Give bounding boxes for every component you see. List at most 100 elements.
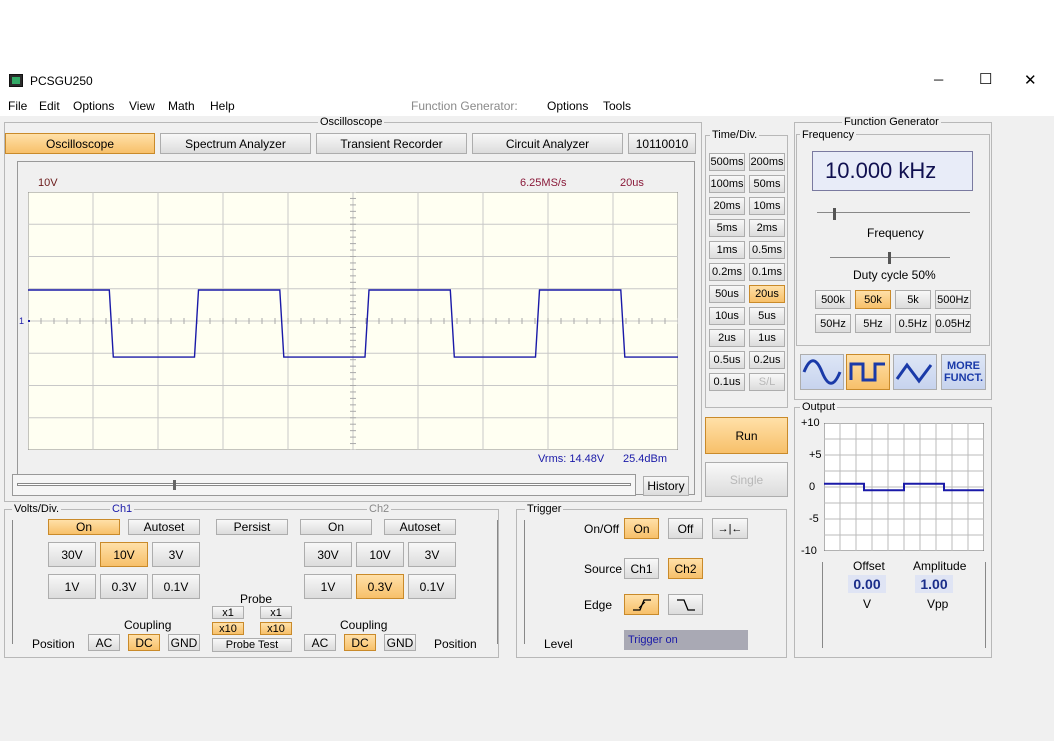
ch1-0.3v-button[interactable]: 0.3V xyxy=(100,574,148,599)
ch2-1v-button[interactable]: 1V xyxy=(304,574,352,599)
range-500Hz-button[interactable]: 500Hz xyxy=(935,290,971,309)
timediv-100ms-button[interactable]: 100ms xyxy=(709,175,745,193)
timediv-10ms-button[interactable]: 10ms xyxy=(749,197,785,215)
ch2-autoset-button[interactable]: Autoset xyxy=(384,519,456,535)
sine-wave-button[interactable] xyxy=(800,354,844,390)
ch2-probe-x1[interactable]: x1 xyxy=(260,606,292,619)
timediv-0.2ms-button[interactable]: 0.2ms xyxy=(709,263,745,281)
history-scroll-thumb[interactable] xyxy=(173,480,176,490)
maximize-icon[interactable]: ☐ xyxy=(979,70,992,88)
trigger-level-slider[interactable] xyxy=(524,520,538,644)
frequency-slider-thumb[interactable] xyxy=(833,208,836,220)
range-0.05Hz-button[interactable]: 0.05Hz xyxy=(935,314,971,333)
ch2-0.1v-button[interactable]: 0.1V xyxy=(408,574,456,599)
close-icon[interactable]: ✕ xyxy=(1024,71,1037,89)
ch2-on-button[interactable]: On xyxy=(300,519,372,535)
tab-circuit-analyzer[interactable]: Circuit Analyzer xyxy=(472,133,623,154)
tab-spectrum-analyzer[interactable]: Spectrum Analyzer xyxy=(160,133,311,154)
timediv-500ms-button[interactable]: 500ms xyxy=(709,153,745,171)
ch1-autoset-button[interactable]: Autoset xyxy=(128,519,200,535)
tab-logic-analyzer[interactable]: 10110010 xyxy=(628,133,696,154)
timediv-5us-button[interactable]: 5us xyxy=(749,307,785,325)
range-50k-button[interactable]: 50k xyxy=(855,290,891,309)
menu-options[interactable]: Options xyxy=(73,99,114,113)
timediv-0.5ms-button[interactable]: 0.5ms xyxy=(749,241,785,259)
timediv-1us-button[interactable]: 1us xyxy=(749,329,785,347)
timediv-5ms-button[interactable]: 5ms xyxy=(709,219,745,237)
ch1-10v-button[interactable]: 10V xyxy=(100,542,148,567)
menu-file[interactable]: File xyxy=(8,99,27,113)
ch1-3v-button[interactable]: 3V xyxy=(152,542,200,567)
offset-slider[interactable] xyxy=(822,562,836,648)
amplitude-slider[interactable] xyxy=(972,562,986,648)
trigger-expand-button[interactable]: →|← xyxy=(712,518,748,539)
ch1-0.1v-button[interactable]: 0.1V xyxy=(152,574,200,599)
ch2-30v-button[interactable]: 30V xyxy=(304,542,352,567)
trigger-source-ch2[interactable]: Ch2 xyxy=(668,558,703,579)
ch1-probe-x1[interactable]: x1 xyxy=(212,606,244,619)
ch2-10v-button[interactable]: 10V xyxy=(356,542,404,567)
range-5Hz-button[interactable]: 5Hz xyxy=(855,314,891,333)
menu-help[interactable]: Help xyxy=(210,99,235,113)
triangle-wave-button[interactable] xyxy=(893,354,937,390)
duty-cycle-thumb[interactable] xyxy=(888,252,891,264)
amplitude-value[interactable]: 1.00 xyxy=(915,575,953,593)
tab-transient-recorder[interactable]: Transient Recorder xyxy=(316,133,467,154)
ch1-probe-x10[interactable]: x10 xyxy=(212,622,244,635)
timediv-20us-button[interactable]: 20us xyxy=(749,285,785,303)
history-button[interactable]: History xyxy=(643,476,689,496)
ch1-1v-button[interactable]: 1V xyxy=(48,574,96,599)
ch2-3v-button[interactable]: 3V xyxy=(408,542,456,567)
falling-edge-button[interactable] xyxy=(668,594,703,615)
range-0.5Hz-button[interactable]: 0.5Hz xyxy=(895,314,931,333)
probe-test-button[interactable]: Probe Test xyxy=(212,638,292,652)
tab-oscilloscope[interactable]: Oscilloscope xyxy=(5,133,155,154)
menu-view[interactable]: View xyxy=(129,99,155,113)
offset-value[interactable]: 0.00 xyxy=(848,575,886,593)
ch1-dc-button[interactable]: DC xyxy=(128,634,160,651)
range-5k-button[interactable]: 5k xyxy=(895,290,931,309)
menu-edit[interactable]: Edit xyxy=(39,99,60,113)
ch2-ac-button[interactable]: AC xyxy=(304,634,336,651)
timediv-0.5us-button[interactable]: 0.5us xyxy=(709,351,745,369)
fg-menu-tools[interactable]: Tools xyxy=(603,99,631,113)
timediv-S-L-button[interactable]: S/L xyxy=(749,373,785,391)
ch1-position-slider[interactable] xyxy=(12,520,26,644)
ch1-on-button[interactable]: On xyxy=(48,519,120,535)
ch2-gnd-button[interactable]: GND xyxy=(384,634,416,651)
trigger-on-button[interactable]: On xyxy=(624,518,659,539)
trigger-source-ch1[interactable]: Ch1 xyxy=(624,558,659,579)
timediv-0.2us-button[interactable]: 0.2us xyxy=(749,351,785,369)
ch2-position-slider[interactable] xyxy=(484,520,498,644)
persist-button[interactable]: Persist xyxy=(216,519,288,535)
timediv-0.1us-button[interactable]: 0.1us xyxy=(709,373,745,391)
ch1-30v-button[interactable]: 30V xyxy=(48,542,96,567)
timediv-20ms-button[interactable]: 20ms xyxy=(709,197,745,215)
frequency-slider[interactable] xyxy=(817,206,970,220)
rising-edge-button[interactable] xyxy=(624,594,659,615)
history-scrollbar[interactable] xyxy=(12,474,636,496)
menu-math[interactable]: Math xyxy=(168,99,195,113)
scope-display[interactable] xyxy=(28,192,678,450)
duty-cycle-slider[interactable] xyxy=(830,250,950,264)
fg-menu-options[interactable]: Options xyxy=(547,99,588,113)
range-50Hz-button[interactable]: 50Hz xyxy=(815,314,851,333)
run-button[interactable]: Run xyxy=(705,417,788,454)
ch2-0.3v-button[interactable]: 0.3V xyxy=(356,574,404,599)
ch2-dc-button[interactable]: DC xyxy=(344,634,376,651)
timediv-0.1ms-button[interactable]: 0.1ms xyxy=(749,263,785,281)
minimize-icon[interactable]: ─ xyxy=(934,72,943,87)
more-functions-button[interactable]: MORE FUNCT. xyxy=(941,354,986,390)
timediv-2us-button[interactable]: 2us xyxy=(709,329,745,347)
ch1-ac-button[interactable]: AC xyxy=(88,634,120,651)
ch2-probe-x10[interactable]: x10 xyxy=(260,622,292,635)
ch1-gnd-button[interactable]: GND xyxy=(168,634,200,651)
square-wave-button[interactable] xyxy=(846,354,890,390)
timediv-1ms-button[interactable]: 1ms xyxy=(709,241,745,259)
timediv-2ms-button[interactable]: 2ms xyxy=(749,219,785,237)
timediv-10us-button[interactable]: 10us xyxy=(709,307,745,325)
trigger-off-button[interactable]: Off xyxy=(668,518,703,539)
range-500k-button[interactable]: 500k xyxy=(815,290,851,309)
timediv-50us-button[interactable]: 50us xyxy=(709,285,745,303)
timediv-200ms-button[interactable]: 200ms xyxy=(749,153,785,171)
